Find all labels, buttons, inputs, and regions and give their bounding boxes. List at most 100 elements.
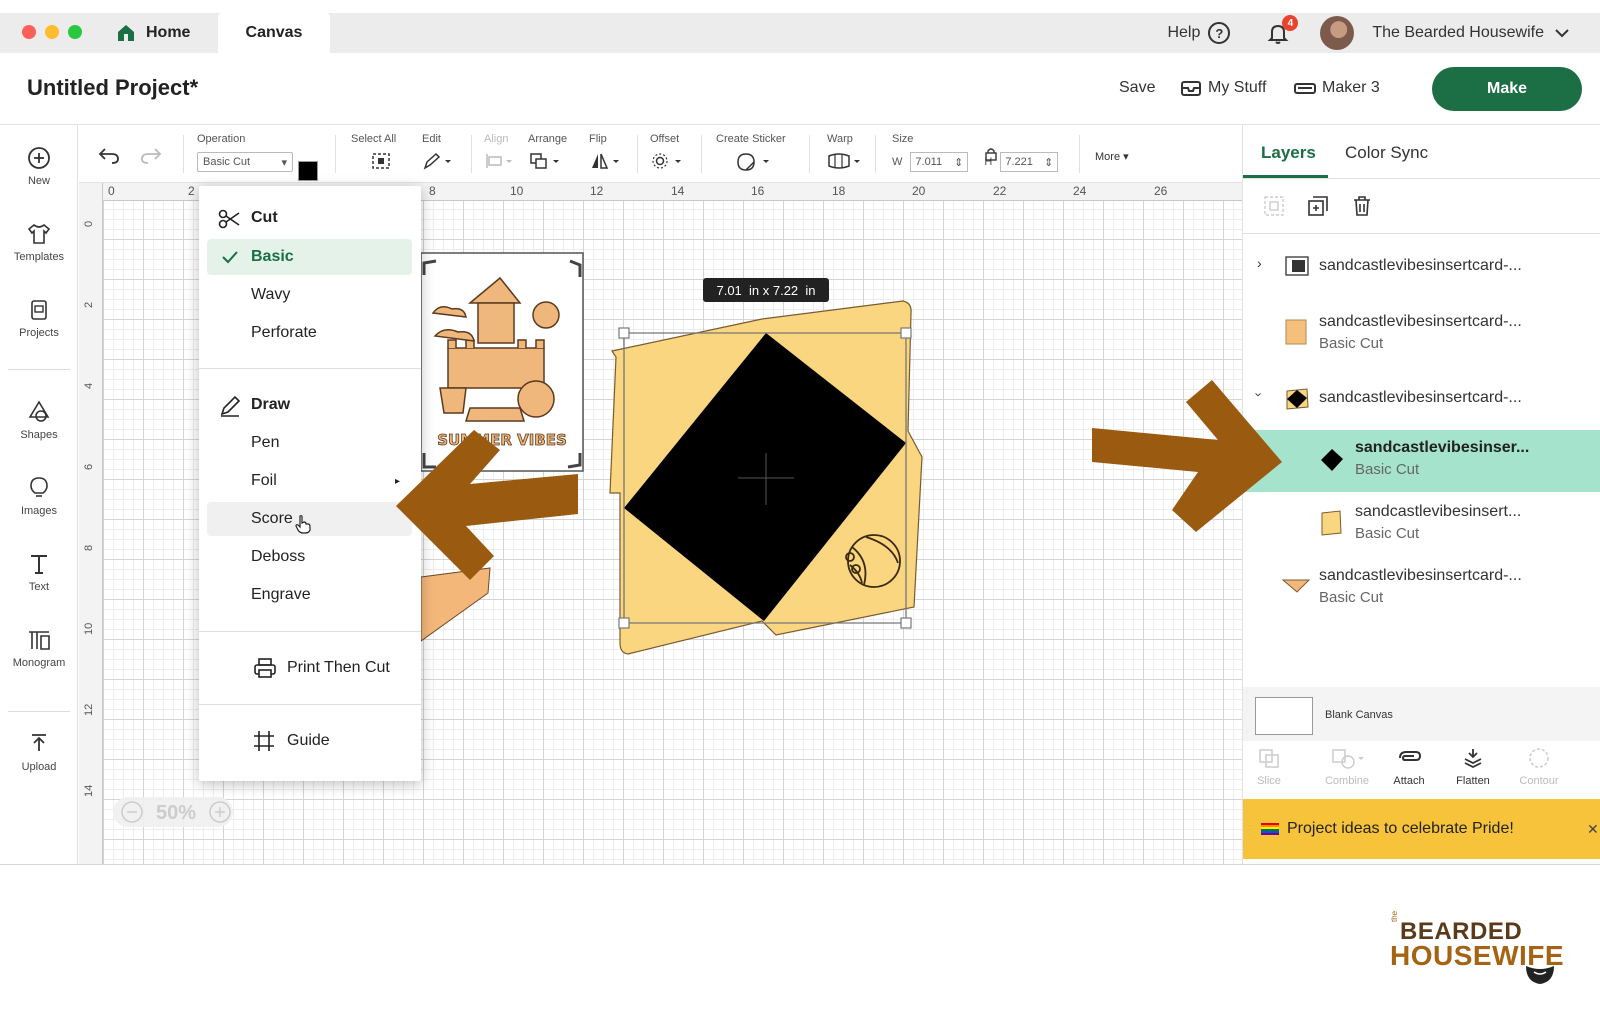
slice-button[interactable]: Slice	[1237, 747, 1301, 787]
layers-panel: Layers Color Sync › sandcastlevibesinser…	[1242, 125, 1600, 864]
layer-name: sandcastlevibesinsertcard-...	[1319, 313, 1522, 330]
close-icon[interactable]: ✕	[1587, 821, 1599, 838]
avatar[interactable]	[1320, 16, 1355, 50]
layer-row[interactable]: sandcastlevibesinsertcard-... Basic Cut	[1243, 567, 1600, 613]
menu-item-perforate[interactable]: Perforate	[199, 316, 421, 350]
menu-item-label: Print Then Cut	[287, 659, 390, 676]
pen-icon	[220, 395, 241, 417]
layer-operation: Basic Cut	[1319, 335, 1384, 352]
layer-name: sandcastlevibesinser...	[1355, 439, 1530, 456]
layer-row[interactable]: sandcastlevibesinsert... Basic Cut	[1243, 503, 1600, 549]
flatten-button[interactable]: Flatten	[1441, 747, 1505, 787]
size-tooltip-text: 7.01 in x 7.22 in	[716, 282, 816, 298]
submenu-arrow-icon: ▸	[395, 475, 401, 487]
size-tooltip: 7.01 in x 7.22 in	[703, 278, 829, 302]
menu-item-label: Guide	[287, 732, 330, 749]
group-icon[interactable]	[1263, 195, 1285, 217]
chevron-down-icon[interactable]	[1554, 28, 1570, 38]
menu-item-wavy[interactable]: Wavy	[199, 278, 421, 312]
envelope-group-icon	[1286, 388, 1309, 410]
menu-item-label: Pen	[251, 434, 280, 451]
menu-item-basic[interactable]: Basic	[199, 240, 421, 274]
layer-name: sandcastlevibesinsertcard-...	[1319, 257, 1522, 274]
menu-header-cut: Cut	[199, 201, 421, 235]
layer-row[interactable]: › sandcastlevibesinsertcard-...	[1243, 255, 1600, 295]
notifications-button[interactable]: 4	[1266, 15, 1299, 45]
action-label: Combine	[1324, 775, 1370, 787]
check-icon	[222, 251, 238, 264]
guide-icon	[254, 731, 274, 751]
menu-item-foil[interactable]: Foil ▸	[199, 464, 421, 498]
beard-logo-icon	[1526, 966, 1554, 984]
panel-divider	[1243, 178, 1600, 179]
menu-item-print-then-cut[interactable]: Print Then Cut	[199, 651, 421, 685]
sandcastle-card[interactable]: SUMMER VIBES	[420, 252, 584, 472]
menu-item-label: Basic	[251, 248, 294, 265]
combine-icon	[1332, 749, 1364, 769]
zoom-level: 50%	[156, 802, 196, 824]
panel-divider	[1243, 233, 1600, 234]
notification-badge: 4	[1282, 15, 1299, 31]
pride-banner-text: Project ideas to celebrate Pride!	[1287, 820, 1514, 837]
contour-icon	[1529, 748, 1549, 768]
layer-operation: Basic Cut	[1319, 589, 1384, 606]
combine-button[interactable]: Combine	[1315, 747, 1379, 787]
menu-header-draw: Draw	[199, 388, 421, 422]
machine-button[interactable]: Maker 3	[1294, 79, 1380, 97]
app-window: Home Canvas Help ? 4 The Bearded Housewi…	[0, 13, 1600, 865]
menu-item-label: Score	[251, 510, 293, 527]
tab-color-sync[interactable]: Color Sync	[1345, 143, 1428, 163]
zoom-control[interactable]: 50%	[113, 797, 233, 827]
layer-name: sandcastlevibesinsert...	[1355, 503, 1522, 520]
menu-item-engrave[interactable]: Engrave	[199, 578, 421, 612]
blank-canvas-row[interactable]: Blank Canvas	[1243, 687, 1600, 741]
menu-divider	[199, 704, 421, 705]
menu-divider	[199, 631, 421, 632]
action-label: Attach	[1393, 775, 1425, 787]
attach-icon	[1399, 751, 1422, 761]
card-layer-icon	[1285, 319, 1307, 345]
menu-item-score[interactable]: Score	[199, 502, 421, 536]
layer-row[interactable]: sandcastlevibesinsertcard-... Basic Cut	[1243, 309, 1600, 355]
chevron-right-icon[interactable]: ›	[1257, 255, 1262, 271]
menu-item-label: Foil	[251, 472, 277, 489]
brand-prefix: the	[1390, 910, 1399, 922]
menu-header-label: Draw	[251, 396, 291, 413]
canvas-objects: SUMMER VIBES 50%	[113, 252, 923, 827]
blank-canvas-label: Blank Canvas	[1325, 709, 1393, 721]
menu-item-guide[interactable]: Guide	[199, 724, 421, 758]
menu-item-label: Engrave	[251, 586, 311, 603]
duplicate-icon[interactable]	[1307, 195, 1329, 217]
envelope-piece[interactable]	[420, 567, 491, 642]
action-label: Flatten	[1456, 775, 1490, 787]
layer-row-selected[interactable]: sandcastlevibesinser... Basic Cut	[1243, 439, 1600, 487]
action-label: Slice	[1257, 775, 1281, 787]
trash-icon[interactable]	[1351, 195, 1373, 217]
user-name[interactable]: The Bearded Housewife	[1372, 24, 1544, 42]
menu-item-pen[interactable]: Pen	[199, 426, 421, 460]
envelope-design[interactable]	[609, 300, 923, 655]
machine-label: Maker 3	[1322, 79, 1380, 96]
menu-divider	[199, 368, 421, 369]
menu-item-label: Perforate	[251, 324, 317, 341]
scissors-icon	[218, 209, 240, 229]
layer-row[interactable]: › sandcastlevibesinsertcard-...	[1243, 387, 1600, 427]
group-layer-icon	[1285, 256, 1309, 276]
printer-icon	[254, 658, 276, 678]
pride-banner[interactable]: Project ideas to celebrate Pride! ✕	[1243, 799, 1600, 859]
blank-canvas-swatch[interactable]	[1255, 697, 1313, 735]
machine-icon	[1294, 83, 1316, 94]
attach-button[interactable]: Attach	[1377, 747, 1441, 787]
menu-header-label: Cut	[251, 209, 278, 226]
tab-layers-label: Layers	[1261, 143, 1316, 162]
layer-operation: Basic Cut	[1355, 461, 1420, 478]
make-label: Make	[1486, 80, 1528, 97]
hand-cursor-icon	[295, 515, 311, 534]
chevron-down-icon[interactable]: ›	[1252, 392, 1267, 396]
contour-button[interactable]: Contour	[1507, 747, 1571, 787]
brand-logo: the BEARDED HOUSEWIFE	[1390, 911, 1564, 988]
tab-layers[interactable]: Layers	[1261, 143, 1316, 163]
menu-item-deboss[interactable]: Deboss	[199, 540, 421, 574]
layer-name: sandcastlevibesinsertcard-...	[1319, 567, 1522, 584]
make-button[interactable]: Make	[1432, 67, 1582, 111]
